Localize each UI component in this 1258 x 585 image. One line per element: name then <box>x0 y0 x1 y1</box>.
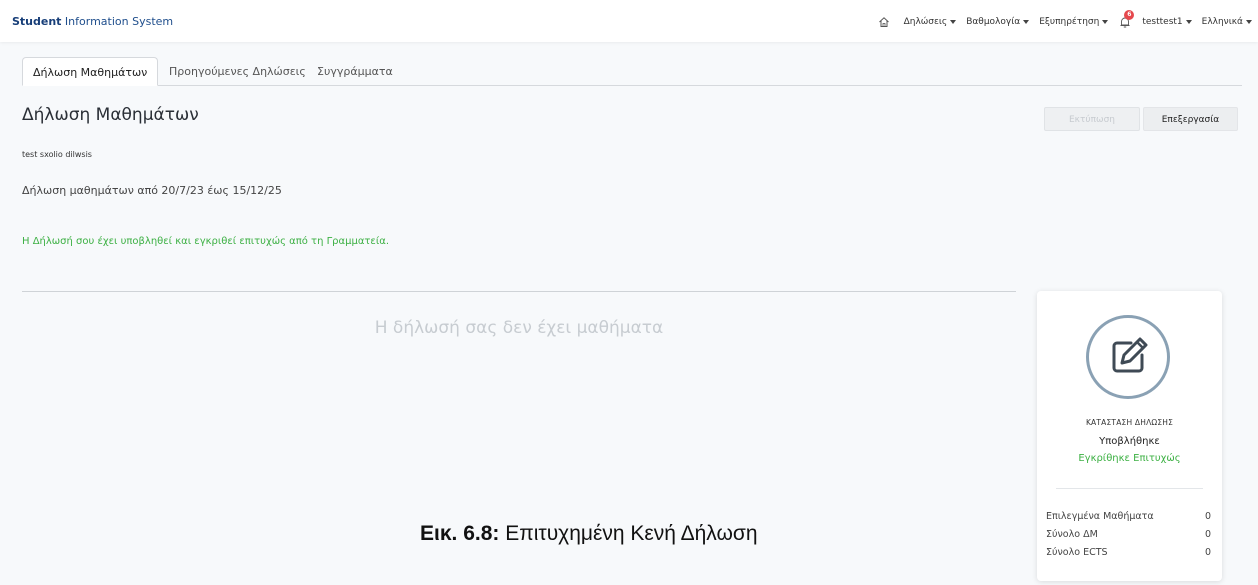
status-stats: Επιλεγμένα Μαθήματα 0 Σύνολο ΔΜ 0 Σύνολο E… <box>1046 508 1211 562</box>
status-value: Υποβλήθηκε <box>1099 436 1160 447</box>
edit-icon <box>1112 337 1148 373</box>
brand-strong: Student <box>12 15 62 28</box>
bell-icon: 6 <box>1118 10 1135 29</box>
chevron-down-icon <box>1023 20 1030 24</box>
declaration-period: Δήλωση μαθημάτων από 20/7/23 έως 15/12/2… <box>22 184 282 197</box>
nav-grades-label: Βαθμολογία <box>966 17 1021 27</box>
nav-grades[interactable]: Βαθμολογία <box>966 17 1030 27</box>
notification-badge: 6 <box>1124 10 1135 20</box>
status-circle <box>1086 315 1170 399</box>
edit-button[interactable]: Επεξεργασία <box>1143 107 1238 131</box>
card-divider <box>1056 488 1203 489</box>
top-navbar: Student Information System Δηλώσεις Βαθμ… <box>0 0 1258 42</box>
status-card: ΚΑΤΑΣΤΑΣΗ ΔΗΛΩΣΗΣ Υποβλήθηκε Εγκρίθηκε Ε… <box>1037 291 1222 581</box>
chevron-down-icon <box>1102 20 1109 24</box>
brand-rest: Information System <box>61 15 174 28</box>
stat-value: 0 <box>1204 511 1211 522</box>
brand-logo[interactable]: Student Information System <box>12 15 173 28</box>
nav-service-label: Εξυπηρέτηση <box>1039 17 1100 27</box>
status-label: ΚΑΤΑΣΤΑΣΗ ΔΗΛΩΣΗΣ <box>1085 418 1174 427</box>
tab-course-declaration[interactable]: Δήλωση Μαθημάτων <box>22 57 159 86</box>
stat-label: Σύνολο ΔΜ <box>1046 529 1098 540</box>
stat-label: Σύνολο ECTS <box>1046 547 1108 558</box>
declaration-comment: test sxolio dilwsis <box>22 150 92 159</box>
empty-courses-message: Η δήλωσή σας δεν έχει μαθήματα <box>374 318 664 338</box>
nav-declarations[interactable]: Δηλώσεις <box>904 17 957 27</box>
chevron-down-icon <box>950 20 957 24</box>
nav-language[interactable]: Ελληνικά <box>1202 17 1252 27</box>
chevron-down-icon <box>1185 20 1192 24</box>
stat-row-total-dm: Σύνολο ΔΜ 0 <box>1046 526 1211 544</box>
notifications-button[interactable]: 6 <box>1118 10 1135 29</box>
stat-row-selected-courses: Επιλεγμένα Μαθήματα 0 <box>1046 508 1211 526</box>
tab-textbooks[interactable]: Συγγράμματα <box>317 57 393 86</box>
nav-declarations-label: Δηλώσεις <box>903 17 948 27</box>
nav-user-menu[interactable]: testtest1 <box>1142 17 1192 27</box>
stat-value: 0 <box>1204 529 1211 540</box>
print-button[interactable]: Εκτύπωση <box>1044 107 1140 131</box>
content-divider <box>22 291 1016 292</box>
stat-value: 0 <box>1204 547 1211 558</box>
caption-text: Επιτυχημένη Κενή Δήλωση <box>499 522 758 545</box>
nav-user-label: testtest1 <box>1142 17 1183 27</box>
success-message: Η Δήλωσή σου έχει υποβληθεί και εγκριθεί… <box>22 236 389 247</box>
nav-language-label: Ελληνικά <box>1201 17 1243 27</box>
tab-previous-declarations[interactable]: Προηγούμενες Δηλώσεις <box>169 57 306 86</box>
stat-label: Επιλεγμένα Μαθήματα <box>1046 511 1154 522</box>
home-icon[interactable] <box>878 16 890 28</box>
caption-prefix: Εικ. 6.8: <box>420 522 500 545</box>
status-approval: Εγκρίθηκε Επιτυχώς <box>1078 453 1181 464</box>
page-title: Δήλωση Μαθημάτων <box>22 105 199 125</box>
tab-bar: Δήλωση Μαθημάτων Προηγούμενες Δηλώσεις Σ… <box>22 57 1242 86</box>
stat-row-total-ects: Σύνολο ECTS 0 <box>1046 544 1211 562</box>
figure-caption: Εικ. 6.8: Επιτυχημένη Κενή Δήλωση <box>420 522 758 546</box>
nav-service[interactable]: Εξυπηρέτηση <box>1039 17 1109 27</box>
chevron-down-icon <box>1246 20 1252 24</box>
top-nav-menu: Δηλώσεις Βαθμολογία Εξυπηρέτηση 6 testte… <box>878 10 1252 31</box>
